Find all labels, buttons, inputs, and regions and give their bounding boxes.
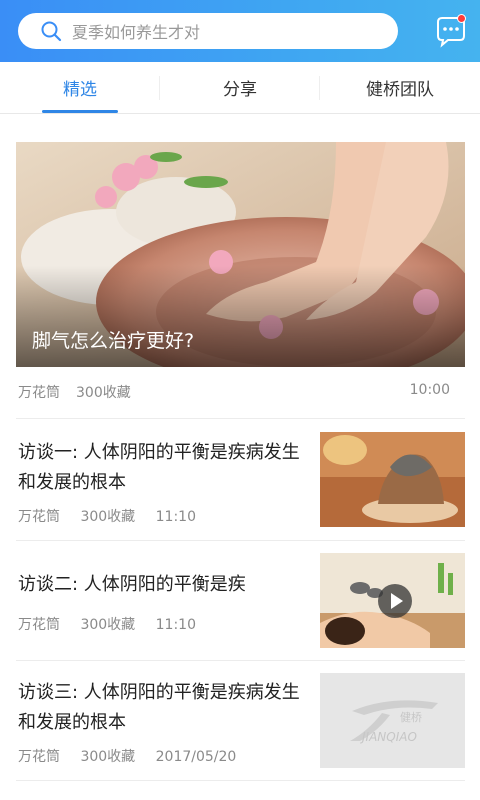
list-item[interactable]: 访谈二: 人体阴阳的平衡是疾 万花筒 300收藏 11:10 (0, 540, 480, 660)
article-source: 万花筒 (18, 749, 60, 765)
article-time: 10:00 (409, 382, 450, 398)
video-thumbnail[interactable] (320, 553, 465, 648)
article-time: 11:10 (155, 617, 196, 633)
search-placeholder: 夏季如何养生才对 (72, 23, 201, 42)
tab-label: 分享 (223, 80, 257, 100)
article-meta: 万花筒 300收藏 11:10 (18, 614, 212, 634)
article-source: 万花筒 (18, 617, 60, 633)
article-meta: 万花筒 300收藏 11:10 (18, 506, 212, 526)
article-source: 万花筒 (18, 385, 60, 401)
tab-team[interactable]: 健桥团队 (320, 62, 480, 113)
message-button[interactable] (434, 14, 468, 48)
search-icon (40, 20, 62, 42)
unread-badge (457, 14, 466, 23)
article-title: 访谈二: 人体阴阳的平衡是疾 (18, 574, 246, 595)
tab-featured[interactable]: 精选 (0, 62, 160, 113)
tab-share[interactable]: 分享 (160, 62, 320, 113)
herbal-pile-photo (320, 432, 465, 527)
play-icon[interactable] (377, 583, 413, 619)
featured-article-image[interactable]: 脚气怎么治疗更好? (16, 142, 465, 367)
article-source: 万花筒 (18, 509, 60, 525)
logo-text-en: JIANQIAO (360, 730, 417, 744)
article-time: 11:10 (155, 509, 196, 525)
placeholder-thumbnail: 健桥 JIANQIAO (320, 673, 465, 768)
jianqiao-logo: 健桥 JIANQIAO (350, 700, 438, 744)
article-favorites: 300收藏 (76, 385, 131, 401)
article-favorites: 300收藏 (80, 617, 136, 633)
article-favorites: 300收藏 (80, 749, 136, 765)
tab-label: 健桥团队 (366, 80, 434, 100)
top-bar: 夏季如何养生才对 (0, 0, 480, 62)
list-item[interactable]: 访谈一: 人体阴阳的平衡是疾病发生和发展的根本 万花筒 300收藏 11:10 (0, 418, 480, 540)
article-title: 访谈三: 人体阴阳的平衡是疾病发生和发展的根本 (18, 682, 300, 733)
featured-article-meta: 万花筒 300收藏 10:00 (18, 382, 466, 402)
article-thumbnail (320, 432, 465, 527)
article-meta: 万花筒 300收藏 2017/05/20 (18, 746, 252, 766)
list-item[interactable]: 访谈三: 人体阴阳的平衡是疾病发生和发展的根本 万花筒 300收藏 2017/0… (0, 660, 480, 780)
article-time: 2017/05/20 (155, 749, 237, 765)
tab-bar: 精选 分享 健桥团队 (0, 62, 480, 114)
logo-text-cn: 健桥 (400, 711, 422, 724)
featured-article-title[interactable]: 脚气怎么治疗更好? (32, 326, 194, 353)
divider (16, 780, 465, 781)
article-favorites: 300收藏 (80, 509, 136, 525)
article-title: 访谈一: 人体阴阳的平衡是疾病发生和发展的根本 (18, 442, 300, 493)
tab-label: 精选 (63, 80, 97, 100)
search-bar[interactable]: 夏季如何养生才对 (18, 13, 398, 49)
